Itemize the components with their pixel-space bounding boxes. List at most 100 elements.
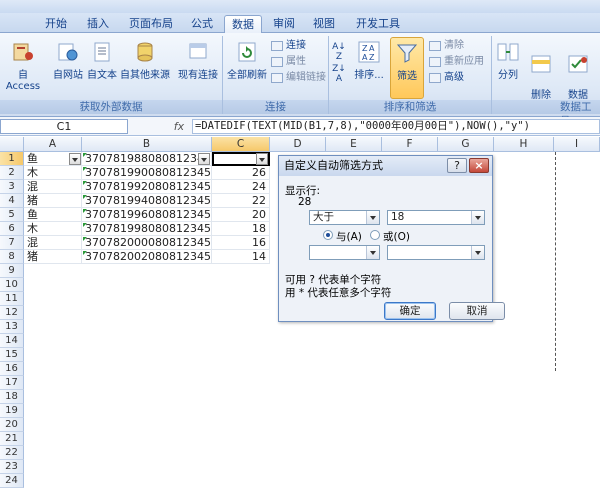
- row-header[interactable]: 22: [0, 446, 24, 460]
- select-all-corner[interactable]: [0, 137, 24, 152]
- cell-b3[interactable]: 370781992080812345: [82, 180, 212, 194]
- row-header[interactable]: 6: [0, 222, 24, 236]
- tab-review[interactable]: 审阅: [266, 15, 302, 33]
- tab-home[interactable]: 开始: [38, 15, 74, 33]
- text-to-columns-button[interactable]: 分列: [494, 40, 522, 81]
- row-header[interactable]: 16: [0, 362, 24, 376]
- tab-view[interactable]: 视图: [306, 15, 342, 33]
- row-header[interactable]: 24: [0, 474, 24, 488]
- properties-button[interactable]: 属性: [270, 55, 330, 69]
- row-header[interactable]: 20: [0, 418, 24, 432]
- cell-a4[interactable]: 猪: [24, 194, 82, 208]
- cell-a7[interactable]: 混: [24, 236, 82, 250]
- column-header-i[interactable]: I: [554, 137, 600, 152]
- advanced-filter-button[interactable]: 高级: [428, 71, 488, 85]
- column-header-e[interactable]: E: [326, 137, 382, 152]
- or-radio-label[interactable]: 或(O): [383, 229, 410, 244]
- insert-function-button[interactable]: fx: [168, 118, 190, 135]
- chevron-down-icon[interactable]: [366, 211, 379, 224]
- formula-input[interactable]: =DATEDIF(TEXT(MID(B1,7,8),"0000年00月00日")…: [192, 119, 600, 134]
- cell-c8[interactable]: 14: [212, 250, 270, 264]
- row-header[interactable]: 14: [0, 334, 24, 348]
- cell-a8[interactable]: 猪: [24, 250, 82, 264]
- and-radio-label[interactable]: 与(A): [336, 229, 362, 244]
- row-header[interactable]: 17: [0, 376, 24, 390]
- sort-az-button[interactable]: A↓ Z: [332, 42, 346, 62]
- row-header[interactable]: 7: [0, 236, 24, 250]
- cell-b5[interactable]: 370781996080812345: [82, 208, 212, 222]
- value1-combo[interactable]: 18: [387, 210, 485, 225]
- sort-button[interactable]: ZAAZ 排序...: [352, 40, 386, 81]
- cell-c7[interactable]: 16: [212, 236, 270, 250]
- row-header[interactable]: 4: [0, 194, 24, 208]
- from-web-button[interactable]: 自网站: [52, 40, 84, 81]
- ok-button[interactable]: 确定: [384, 302, 436, 320]
- connections-button[interactable]: 连接: [270, 39, 330, 53]
- autofilter-c-button[interactable]: [256, 153, 268, 165]
- cell-b8[interactable]: 370782002080812345: [82, 250, 212, 264]
- tab-page-layout[interactable]: 页面布局: [122, 15, 180, 33]
- row-header[interactable]: 1: [0, 152, 24, 166]
- cell-a5[interactable]: 鱼: [24, 208, 82, 222]
- column-header-a[interactable]: A: [24, 137, 82, 152]
- clear-filter-button[interactable]: 清除: [428, 39, 488, 53]
- sort-za-button[interactable]: Z↓ A: [332, 64, 346, 84]
- row-header[interactable]: 10: [0, 278, 24, 292]
- and-radio[interactable]: [323, 230, 333, 240]
- refresh-all-button[interactable]: 全部刷新: [226, 40, 268, 81]
- cell-b2[interactable]: 370781990080812345: [82, 166, 212, 180]
- row-header[interactable]: 15: [0, 348, 24, 362]
- tab-formulas[interactable]: 公式: [184, 15, 220, 33]
- row-header[interactable]: 9: [0, 264, 24, 278]
- existing-connections-button[interactable]: 现有连接: [176, 40, 220, 81]
- chevron-down-icon[interactable]: [471, 246, 484, 259]
- cell-c4[interactable]: 22: [212, 194, 270, 208]
- value2-combo[interactable]: [387, 245, 485, 260]
- cancel-button[interactable]: 取消: [449, 302, 505, 320]
- autofilter-b-button[interactable]: [198, 153, 210, 165]
- autofilter-a-button[interactable]: [69, 153, 81, 165]
- column-header-h[interactable]: H: [494, 137, 554, 152]
- name-box[interactable]: C1: [0, 119, 128, 134]
- from-access-button[interactable]: 自 Access: [2, 40, 44, 92]
- row-header[interactable]: 12: [0, 306, 24, 320]
- cell-b7[interactable]: 370782000080812345: [82, 236, 212, 250]
- tab-insert[interactable]: 插入: [80, 15, 116, 33]
- cell-c3[interactable]: 24: [212, 180, 270, 194]
- cell-b1[interactable]: 370781988080812345: [82, 152, 212, 166]
- reapply-button[interactable]: 重新应用: [428, 55, 490, 69]
- close-button[interactable]: ×: [469, 158, 489, 173]
- row-header[interactable]: 21: [0, 432, 24, 446]
- row-header[interactable]: 18: [0, 390, 24, 404]
- row-header[interactable]: 11: [0, 292, 24, 306]
- cell-b4[interactable]: 370781994080812345: [82, 194, 212, 208]
- cell-a2[interactable]: 木: [24, 166, 82, 180]
- cell-c6[interactable]: 18: [212, 222, 270, 236]
- column-header-b[interactable]: B: [82, 137, 212, 152]
- or-radio[interactable]: [370, 230, 380, 240]
- cell-c2[interactable]: 26: [212, 166, 270, 180]
- tab-developer[interactable]: 开发工具: [350, 15, 406, 33]
- row-header[interactable]: 19: [0, 404, 24, 418]
- edit-links-button[interactable]: 编辑链接: [270, 71, 330, 85]
- cell-b6[interactable]: 370781998080812345: [82, 222, 212, 236]
- row-header[interactable]: 3: [0, 180, 24, 194]
- operator1-select[interactable]: 大于: [309, 210, 380, 225]
- from-other-sources-button[interactable]: 自其他来源: [120, 40, 170, 81]
- chevron-down-icon[interactable]: [471, 211, 484, 224]
- cell-a6[interactable]: 木: [24, 222, 82, 236]
- cell-c5[interactable]: 20: [212, 208, 270, 222]
- from-text-button[interactable]: 自文本: [86, 40, 118, 81]
- tab-data[interactable]: 数据: [224, 15, 262, 33]
- row-header[interactable]: 13: [0, 320, 24, 334]
- cell-a3[interactable]: 混: [24, 180, 82, 194]
- column-header-f[interactable]: F: [382, 137, 438, 152]
- row-header[interactable]: 8: [0, 250, 24, 264]
- operator2-select[interactable]: [309, 245, 380, 260]
- row-header[interactable]: 2: [0, 166, 24, 180]
- column-header-g[interactable]: G: [438, 137, 494, 152]
- row-header[interactable]: 23: [0, 460, 24, 474]
- help-button[interactable]: ?: [447, 158, 467, 173]
- row-header[interactable]: 5: [0, 208, 24, 222]
- chevron-down-icon[interactable]: [366, 246, 379, 259]
